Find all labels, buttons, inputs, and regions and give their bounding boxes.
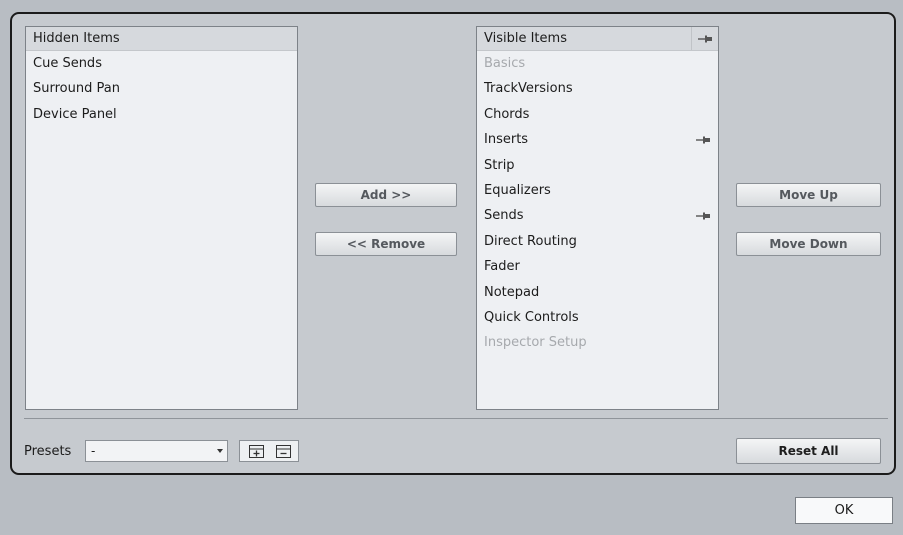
visible-items-header: Visible Items <box>477 27 718 51</box>
hidden-items-header: Hidden Items <box>26 27 297 51</box>
hidden-list-item[interactable]: Device Panel <box>26 102 297 127</box>
visible-list-item-label: Inserts <box>484 132 529 148</box>
visible-list-item-label: Fader <box>484 259 520 275</box>
remove-button[interactable]: << Remove <box>315 232 457 256</box>
visible-list-item-label: Chords <box>484 106 530 122</box>
pin-icon[interactable] <box>696 136 710 144</box>
save-preset-icon[interactable] <box>249 445 264 458</box>
setup-panel: Hidden Items Cue Sends Surround Pan Device… <box>10 12 896 475</box>
visible-list-item-label: Basics <box>484 56 526 71</box>
visible-list-item[interactable]: Direct Routing <box>477 229 718 254</box>
move-down-button[interactable]: Move Down <box>736 232 881 256</box>
reset-all-button[interactable]: Reset All <box>736 438 881 464</box>
pin-icon <box>698 35 712 42</box>
presets-selected-value: - <box>91 444 96 458</box>
visible-list-item[interactable]: Strip <box>477 153 718 178</box>
presets-dropdown[interactable]: - <box>85 440 228 462</box>
visible-list-item[interactable]: Inspector Setup <box>477 330 718 355</box>
visible-list-item[interactable]: Basics <box>477 51 718 76</box>
visible-list-item-label: Inspector Setup <box>484 335 587 351</box>
presets-label: Presets <box>24 444 72 459</box>
visible-list-item[interactable]: Chords <box>477 102 718 127</box>
visible-list-item-label: Strip <box>484 157 515 173</box>
visible-items-header-label: Visible Items <box>484 31 567 46</box>
pin-column-header[interactable] <box>691 27 718 50</box>
move-up-button[interactable]: Move Up <box>736 183 881 207</box>
visible-list-item-label: Equalizers <box>484 182 551 198</box>
visible-list-item[interactable]: Sends <box>477 203 718 228</box>
divider <box>24 418 888 419</box>
hidden-list-item[interactable]: Cue Sends <box>26 51 297 76</box>
visible-items-list[interactable]: Visible Items Basics TrackVersions Chords I… <box>476 26 719 410</box>
visible-list-item[interactable]: Inserts <box>477 127 718 152</box>
visible-list-item[interactable]: TrackVersions <box>477 76 718 101</box>
visible-list-item[interactable]: Notepad <box>477 280 718 305</box>
visible-list-item[interactable]: Equalizers <box>477 178 718 203</box>
visible-list-item-label: Direct Routing <box>484 233 577 249</box>
visible-list-item[interactable]: Fader <box>477 254 718 279</box>
chevron-down-icon <box>217 449 223 453</box>
remove-preset-icon[interactable] <box>276 445 291 458</box>
dialog-window: Hidden Items Cue Sends Surround Pan Device… <box>0 0 903 535</box>
hidden-list-item[interactable]: Surround Pan <box>26 76 297 101</box>
pin-icon[interactable] <box>696 212 710 220</box>
visible-list-item-label: TrackVersions <box>484 81 573 97</box>
preset-icon-group <box>239 440 299 462</box>
hidden-items-body: Cue Sends Surround Pan Device Panel <box>26 51 297 127</box>
visible-list-item-label: Quick Controls <box>484 309 579 325</box>
visible-list-item-label: Sends <box>484 208 524 224</box>
visible-items-body: Basics TrackVersions Chords Inserts Strip Equ… <box>477 51 718 356</box>
ok-button[interactable]: OK <box>795 497 893 524</box>
visible-list-item-label: Notepad <box>484 284 540 300</box>
visible-list-item[interactable]: Quick Controls <box>477 305 718 330</box>
add-button[interactable]: Add >> <box>315 183 457 207</box>
hidden-items-list[interactable]: Hidden Items Cue Sends Surround Pan Device… <box>25 26 298 410</box>
